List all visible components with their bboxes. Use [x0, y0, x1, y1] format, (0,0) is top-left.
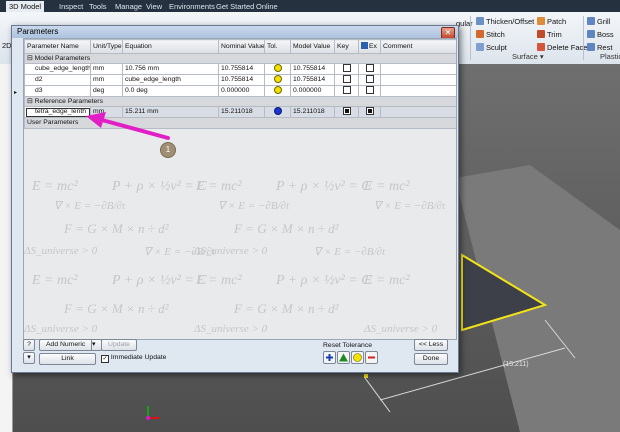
annotation-arrow — [86, 112, 170, 140]
annotation-number-badge: 1 — [160, 142, 176, 158]
